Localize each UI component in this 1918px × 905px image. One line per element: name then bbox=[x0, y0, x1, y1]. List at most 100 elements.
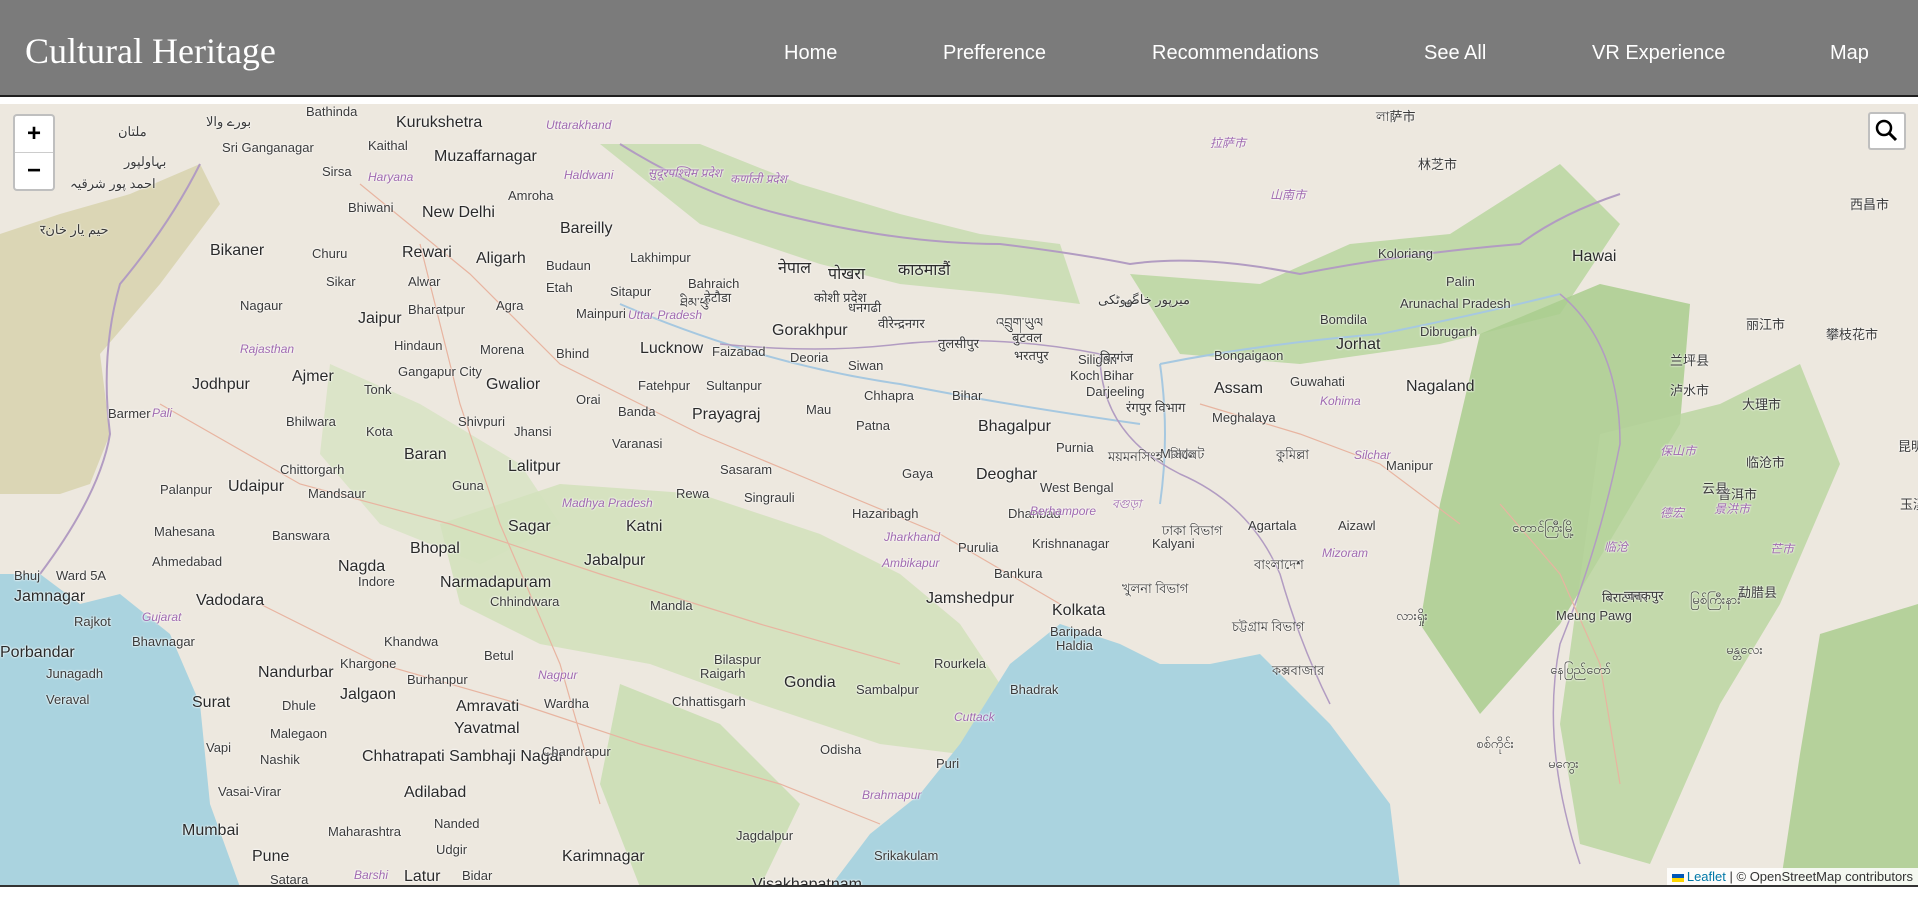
map-place-label: 西昌市 bbox=[1850, 197, 1890, 212]
map-search-button[interactable] bbox=[1868, 112, 1906, 150]
map-place-label: Tonk bbox=[364, 382, 392, 397]
map-place-label: Rajkot bbox=[74, 614, 111, 629]
map-place-label: नेपाल bbox=[778, 260, 811, 277]
osm-attribution-text: © OpenStreetMap contributors bbox=[1736, 869, 1914, 884]
map-place-label: Faizabad bbox=[712, 344, 766, 359]
map-place-label: Ajmer bbox=[292, 368, 334, 385]
map-place-label: रंगपुर विभाग bbox=[1126, 400, 1186, 415]
map-place-label: 拉萨市 bbox=[1210, 136, 1247, 150]
map-place-label: Lucknow bbox=[640, 340, 704, 357]
map-place-label: Gaya bbox=[902, 466, 934, 481]
map-place-label: နေပြည်တော် bbox=[1550, 662, 1612, 677]
map-place-label: Udgir bbox=[436, 842, 468, 857]
map-place-label: Udaipur bbox=[228, 478, 285, 495]
map-place-label: Bhind bbox=[556, 346, 590, 361]
map-place-label: Junagadh bbox=[46, 666, 104, 681]
map-place-label: Katni bbox=[626, 518, 663, 535]
map-place-label: Purulia bbox=[958, 540, 999, 555]
map-place-label: Krishnanagar bbox=[1032, 536, 1110, 551]
map-place-label: Maharashtra bbox=[328, 824, 401, 839]
map-place-label: Jodhpur bbox=[192, 376, 250, 393]
map-place-label: भरतपुर bbox=[1014, 348, 1049, 363]
nav-home[interactable]: Home bbox=[784, 42, 837, 65]
map-place-label: Morena bbox=[480, 342, 525, 357]
map-place-label: Kota bbox=[366, 424, 393, 439]
map-place-label: Bareilly bbox=[560, 220, 613, 237]
map-place-label: 昆明 bbox=[1898, 439, 1918, 454]
map-place-label: ময়মনসিংহ bbox=[1108, 449, 1163, 464]
map-place-label: Hindaun bbox=[394, 338, 443, 353]
map-place-label: Dibrugarh bbox=[1420, 324, 1478, 339]
map-place-label: Haldwani bbox=[564, 168, 614, 182]
map-place-label: Jhansi bbox=[514, 424, 552, 439]
brand-title[interactable]: Cultural Heritage bbox=[25, 30, 276, 72]
map-place-label: Bihar bbox=[952, 388, 983, 403]
attribution-separator: | bbox=[1725, 869, 1737, 884]
map-place-label: ཐིམ་ཕུ bbox=[680, 295, 709, 310]
map-place-label: Telangana bbox=[552, 884, 608, 885]
map-place-label: Bhopal bbox=[410, 540, 460, 557]
map-place-label: Churu bbox=[312, 246, 348, 261]
map-place-label: Nagaur bbox=[240, 298, 283, 313]
leaflet-map[interactable]: Bathinda Kurukshetra Uttarakhand ملتان بورے … bbox=[0, 104, 1918, 887]
map-place-label: Agra bbox=[496, 298, 524, 313]
map-place-label: Nagpur bbox=[538, 668, 578, 682]
map-place-label: Kaithal bbox=[368, 138, 408, 153]
map-place-label: Rewari bbox=[402, 244, 452, 261]
map-place-label: Mainpuri bbox=[576, 306, 626, 321]
map-place-label: কক্সবাজার bbox=[1272, 663, 1325, 678]
map-place-label: सुदूरपश्चिम प्रदेश bbox=[648, 166, 722, 180]
map-place-label: Jamshedpur bbox=[926, 590, 1015, 607]
map-place-label: Mandsaur bbox=[308, 486, 366, 501]
map-place-label: Singrauli bbox=[744, 490, 795, 505]
map-place-label: စစ်ကိုင်း bbox=[1476, 736, 1514, 751]
nav-prefference[interactable]: Prefference bbox=[943, 42, 1046, 65]
map-place-label: Ward 5A bbox=[56, 568, 107, 583]
map-place-label: 临沧 bbox=[1604, 540, 1629, 554]
map-place-label: بورے والا bbox=[206, 114, 252, 129]
leaflet-link[interactable]: Leaflet bbox=[1687, 869, 1726, 884]
map-place-label: Madhya Pradesh bbox=[562, 496, 653, 510]
map-place-label: احمد پور شرقیہ bbox=[70, 176, 156, 191]
search-icon bbox=[1875, 119, 1898, 142]
map-place-label: 保山市 bbox=[1660, 444, 1697, 458]
map-place-label: Rajasthan bbox=[240, 342, 295, 356]
map-place-label: Lakhimpur bbox=[630, 250, 691, 265]
map-place-label: Gorakhpur bbox=[772, 322, 848, 339]
map-place-label: Orai bbox=[576, 392, 601, 407]
map-place-label: Amroha bbox=[508, 188, 554, 203]
map-place-label: Ambikapur bbox=[882, 556, 940, 570]
map-place-label: Satara bbox=[270, 872, 309, 887]
map-place-label: Surat bbox=[192, 694, 231, 711]
map-place-label: Rourkela bbox=[934, 656, 987, 671]
map-place-label: Etah bbox=[546, 280, 573, 295]
map-place-label: Vadodara bbox=[196, 592, 265, 609]
map-place-label: Uttarakhand bbox=[546, 118, 612, 132]
map-place-label: Visakhapatnam bbox=[752, 876, 862, 887]
map-place-label: Guna bbox=[452, 478, 484, 493]
map-place-label: Arunachal Pradesh bbox=[1400, 296, 1511, 311]
map-place-label: Kolkata bbox=[1052, 602, 1106, 619]
map-place-label: Kohima bbox=[1320, 394, 1361, 408]
nav-map[interactable]: Map bbox=[1830, 42, 1869, 65]
nav-vr-experience[interactable]: VR Experience bbox=[1592, 42, 1725, 65]
map-place-label: 兰坪县 bbox=[1670, 353, 1710, 368]
map-place-label: Darjeeling bbox=[1086, 384, 1145, 399]
map-place-label: Bhiwani bbox=[348, 200, 394, 215]
map-place-label: လားရှိုး bbox=[1396, 608, 1428, 623]
map-place-label: Bidar bbox=[462, 868, 493, 883]
map-place-label: Bikaner bbox=[210, 242, 265, 259]
map-place-label: Guwahati bbox=[1290, 374, 1345, 389]
map-place-label: Mau bbox=[806, 402, 832, 417]
zoom-in-button[interactable]: + bbox=[15, 116, 53, 152]
map-place-label: Malegaon bbox=[270, 726, 328, 741]
map-place-label: Nanded bbox=[434, 816, 480, 831]
map-place-label: 丽江市 bbox=[1746, 317, 1786, 332]
map-place-label: Latur bbox=[404, 868, 441, 885]
map-place-label: Nashik bbox=[260, 752, 300, 767]
map-place-label: Mahesana bbox=[154, 524, 215, 539]
nav-recommendations[interactable]: Recommendations bbox=[1152, 42, 1319, 65]
map-place-label: Barshi bbox=[354, 868, 389, 882]
nav-see-all[interactable]: See All bbox=[1424, 42, 1486, 65]
zoom-out-button[interactable]: − bbox=[15, 152, 53, 189]
